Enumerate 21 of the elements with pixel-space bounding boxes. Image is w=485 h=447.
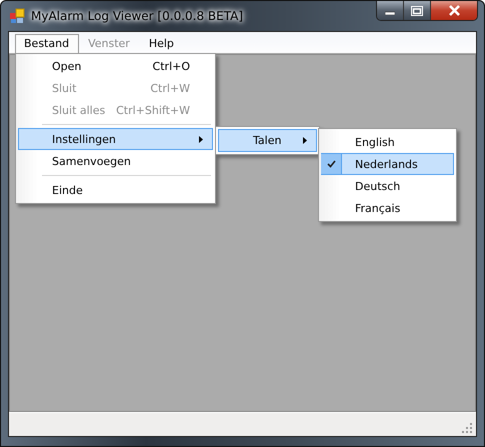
maximize-button[interactable] — [404, 1, 431, 20]
menu-item[interactable]: Samenvoegen — [18, 150, 213, 172]
menu-item[interactable]: Français — [321, 197, 454, 219]
submenu-arrow-icon — [303, 137, 307, 144]
app-icon — [9, 8, 25, 24]
menu-item[interactable]: Einde — [18, 179, 213, 201]
menu-item[interactable]: Instellingen — [18, 128, 213, 150]
resize-grip-icon[interactable] — [462, 423, 473, 434]
maximize-icon — [411, 6, 423, 16]
window-title: MyAlarm Log Viewer [0.0.0.8 BETA] — [31, 9, 244, 23]
close-button[interactable] — [431, 1, 477, 20]
menu-item[interactable]: Help — [140, 34, 184, 53]
menu-item[interactable]: Open Ctrl+O — [18, 55, 213, 77]
menu-item[interactable]: Bestand — [15, 34, 80, 53]
menu-item[interactable]: Talen — [218, 129, 317, 152]
submenu-arrow-icon — [199, 136, 203, 142]
menu-item[interactable]: English — [321, 131, 454, 153]
close-icon — [448, 5, 460, 16]
menu-item[interactable]: Nederlands — [321, 153, 454, 175]
menu-item[interactable]: Deutsch — [321, 175, 454, 197]
minimize-button[interactable] — [377, 1, 404, 20]
